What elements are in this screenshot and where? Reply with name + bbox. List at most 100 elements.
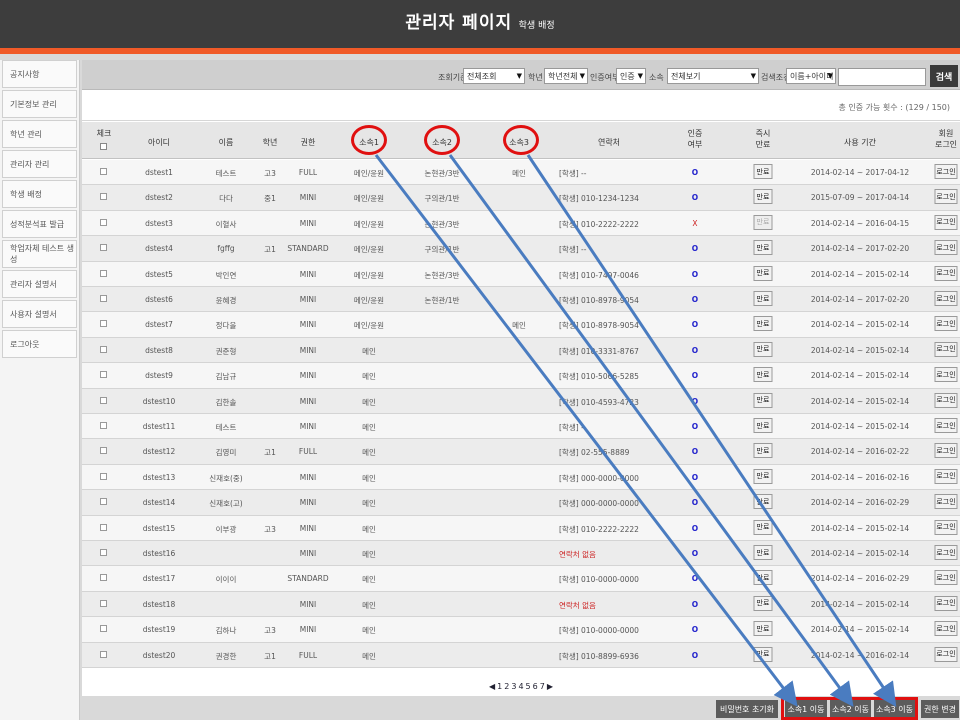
cell-auth: O [691, 498, 699, 508]
login-button[interactable]: 로그인 [934, 291, 958, 306]
sidebar-item[interactable]: 로그아웃 [2, 330, 77, 358]
login-button[interactable]: 로그인 [934, 545, 958, 560]
row-checkbox[interactable] [100, 498, 107, 506]
login-button[interactable]: 로그인 [934, 240, 958, 256]
expire-button[interactable]: 만료 [753, 595, 773, 611]
login-button[interactable]: 로그인 [934, 392, 958, 408]
pagination: ◀ 1 2 3 4 5 6 7 ▶ [82, 682, 960, 696]
expire-button[interactable]: 만료 [753, 392, 773, 408]
auth-select[interactable]: 인증 ▼ [616, 68, 646, 84]
row-checkbox[interactable] [100, 447, 107, 455]
expire-button[interactable]: 만료 [753, 519, 773, 535]
prev-page-icon[interactable]: ◀ [489, 682, 495, 691]
expire-button[interactable]: 만료 [753, 240, 773, 256]
sidebar-item[interactable]: 관리자 관리 [2, 150, 77, 178]
expire-button[interactable]: 만료 [753, 468, 773, 484]
expire-button[interactable]: 만료 [753, 214, 773, 230]
login-button[interactable]: 로그인 [934, 494, 958, 510]
row-checkbox[interactable] [100, 599, 107, 607]
login-button[interactable]: 로그인 [934, 418, 958, 433]
expire-button[interactable]: 만료 [753, 621, 773, 637]
row-checkbox[interactable] [100, 549, 107, 556]
row-checkbox[interactable] [100, 295, 107, 302]
grade-select[interactable]: 학년전체 ▼ [544, 68, 588, 84]
page-link[interactable]: 2 [504, 682, 509, 691]
th-id: 아이디 [147, 138, 171, 147]
cell-auth: O [691, 599, 699, 609]
row-checkbox[interactable] [100, 320, 107, 328]
sidebar-item[interactable]: 학업자체 테스트 생성 [2, 240, 77, 268]
next-page-icon[interactable]: ▶ [547, 682, 553, 691]
login-button[interactable]: 로그인 [934, 621, 958, 637]
cell-contact: [학생] -- [559, 245, 587, 255]
sidebar-item[interactable]: 사용자 설명서 [2, 300, 77, 328]
login-button[interactable]: 로그인 [934, 265, 958, 281]
login-button[interactable]: 로그인 [934, 646, 958, 662]
login-button[interactable]: 로그인 [934, 570, 958, 586]
sidebar-item[interactable]: 학년 관리 [2, 120, 77, 148]
page-link[interactable]: 6 [533, 682, 538, 691]
expire-button[interactable]: 만료 [753, 418, 773, 433]
row-checkbox[interactable] [100, 371, 107, 379]
search-input[interactable] [838, 68, 926, 86]
page-link[interactable]: 5 [526, 682, 531, 691]
cond-select[interactable]: 이름+아이디 ▼ [786, 68, 836, 84]
login-button[interactable]: 로그인 [934, 468, 958, 484]
expire-button[interactable]: 만료 [753, 367, 773, 383]
expire-button[interactable]: 만료 [753, 570, 773, 586]
login-button[interactable]: 로그인 [934, 214, 958, 230]
cell-id: dstest10 [142, 396, 176, 406]
affil-select[interactable]: 전체보기 ▼ [667, 68, 759, 84]
sidebar-item[interactable]: 성적분석표 발급 [2, 210, 77, 238]
expire-button[interactable]: 만료 [753, 164, 773, 179]
expire-button[interactable]: 만료 [753, 189, 773, 205]
row-checkbox[interactable] [100, 193, 107, 201]
sidebar-item[interactable]: 공지사항 [2, 60, 77, 88]
row-checkbox[interactable] [100, 574, 107, 582]
reset-password-button[interactable]: 비밀번호 초기화 [716, 700, 778, 718]
login-button[interactable]: 로그인 [934, 367, 958, 383]
row-checkbox[interactable] [100, 422, 107, 429]
row-checkbox[interactable] [100, 345, 107, 353]
row-checkbox[interactable] [100, 472, 107, 480]
page-link[interactable]: 3 [511, 682, 516, 691]
login-button[interactable]: 로그인 [934, 595, 958, 611]
expire-button[interactable]: 만료 [753, 316, 773, 332]
login-button[interactable]: 로그인 [934, 316, 958, 332]
row-checkbox[interactable] [100, 625, 107, 633]
cell-auth: O [691, 650, 699, 660]
row-checkbox[interactable] [100, 168, 107, 175]
login-button[interactable]: 로그인 [934, 164, 958, 179]
table-row: dstest13 신재호(중) MINI 메인 [학생] 000-0000-0000 O 2… [82, 464, 960, 491]
row-checkbox[interactable] [100, 396, 107, 404]
login-button[interactable]: 로그인 [934, 519, 958, 535]
row-checkbox[interactable] [100, 218, 107, 226]
expire-button[interactable]: 만료 [753, 265, 773, 281]
expire-button[interactable]: 만료 [753, 291, 773, 306]
criteria-select[interactable]: 전체조회 ▼ [463, 68, 525, 84]
page-link[interactable]: 7 [540, 682, 545, 691]
expire-button[interactable]: 만료 [753, 341, 773, 357]
cell-period: 2014-02-14 ~ 2016-02-22 [810, 447, 910, 457]
search-button[interactable]: 검색 [930, 65, 958, 87]
row-checkbox[interactable] [100, 269, 107, 277]
login-button[interactable]: 로그인 [934, 341, 958, 357]
login-button[interactable]: 로그인 [934, 189, 958, 205]
row-checkbox[interactable] [100, 650, 107, 658]
login-button[interactable]: 로그인 [934, 443, 958, 459]
expire-button[interactable]: 만료 [753, 545, 773, 560]
sidebar-item[interactable]: 관리자 설명서 [2, 270, 77, 298]
page-link[interactable]: 1 [497, 682, 502, 691]
row-checkbox[interactable] [100, 523, 107, 531]
sidebar-item[interactable]: 기본정보 관리 [2, 90, 77, 118]
page-link[interactable]: 4 [518, 682, 523, 691]
expire-button[interactable]: 만료 [753, 443, 773, 459]
expire-button[interactable]: 만료 [753, 646, 773, 662]
select-all-checkbox[interactable] [100, 143, 107, 150]
cell-auth: O [691, 396, 699, 406]
cell-name: 권준형 [215, 346, 237, 356]
row-checkbox[interactable] [100, 244, 107, 252]
change-permission-button[interactable]: 권한 변경 [921, 700, 959, 718]
sidebar-item[interactable]: 학생 배정 [2, 180, 77, 208]
expire-button[interactable]: 만료 [753, 494, 773, 510]
